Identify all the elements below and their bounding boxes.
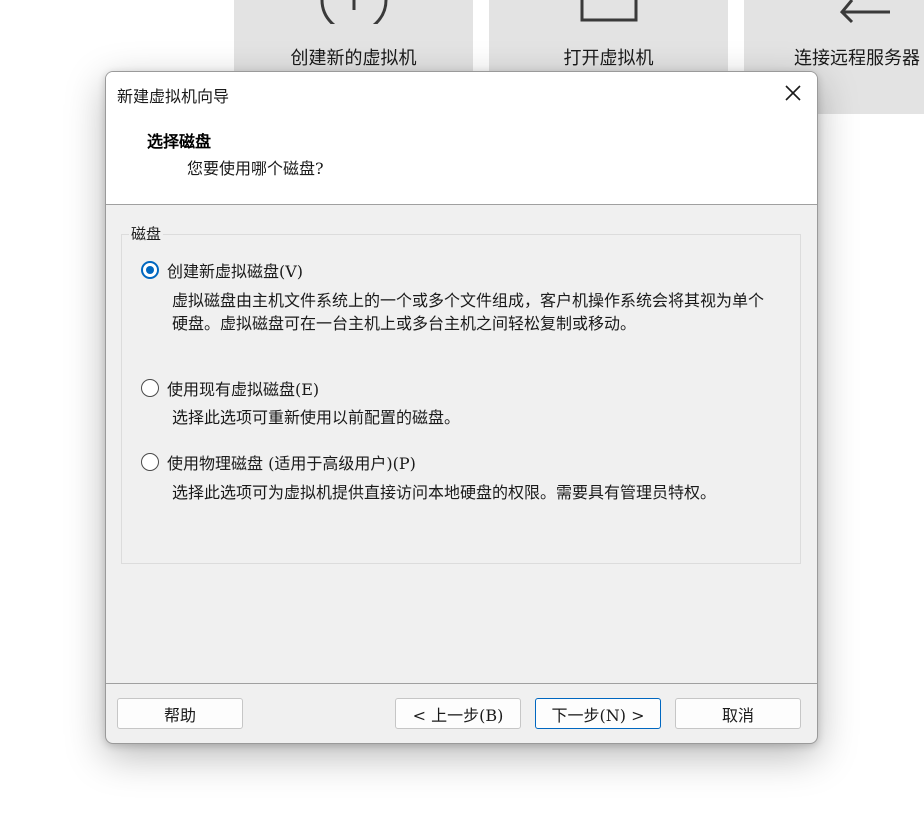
close-icon [785, 85, 801, 101]
radio-indicator-checked[interactable] [141, 261, 159, 279]
option-description: 选择此选项可为虚拟机提供直接访问本地硬盘的权限。需要具有管理员特权。 [172, 483, 717, 502]
radio-use-physical-disk[interactable]: 使用物理磁盘 (适用于高级用户)(P) [141, 450, 416, 474]
option-label: 创建新虚拟磁盘(V) [167, 262, 304, 281]
close-button[interactable] [775, 76, 811, 110]
option-label: 使用现有虚拟磁盘(E) [167, 380, 320, 399]
next-button[interactable]: 下一步(N) > [535, 698, 661, 729]
dialog-titlebar[interactable]: 新建虚拟机向导 [106, 72, 817, 114]
option-label: 使用物理磁盘 (适用于高级用户)(P) [167, 454, 416, 473]
radio-create-new-disk[interactable]: 创建新虚拟磁盘(V) [141, 258, 303, 282]
home-tile-connect-server-label: 连接远程服务器 [794, 48, 920, 69]
new-vm-wizard-dialog: 新建虚拟机向导 选择磁盘 您要使用哪个磁盘? 磁盘 创建新虚拟磁盘(V) 虚拟磁… [105, 71, 818, 744]
help-button[interactable]: 帮助 [117, 698, 243, 729]
radio-use-existing-disk[interactable]: 使用现有虚拟磁盘(E) [141, 376, 319, 400]
plus-circle-icon [320, 0, 387, 24]
radio-indicator[interactable] [141, 379, 159, 397]
option-description: 虚拟磁盘由主机文件系统上的一个或多个文件组成，客户机操作系统会将其视为单个硬盘。… [172, 291, 765, 333]
footer-divider [106, 683, 817, 684]
wizard-header: 选择磁盘 您要使用哪个磁盘? [106, 114, 817, 205]
option-description: 选择此选项可重新使用以前配置的磁盘。 [172, 408, 461, 427]
cancel-button[interactable]: 取消 [675, 698, 801, 729]
home-tile-create-vm-label: 创建新的虚拟机 [290, 48, 417, 69]
open-file-icon [580, 0, 637, 22]
page-subtitle: 您要使用哪个磁盘? [187, 159, 324, 178]
dialog-title: 新建虚拟机向导 [117, 87, 230, 106]
back-button[interactable]: < 上一步(B) [395, 698, 521, 729]
page-title: 选择磁盘 [147, 132, 212, 151]
arrow-left-icon [839, 0, 890, 24]
radio-indicator[interactable] [141, 453, 159, 471]
home-tile-open-vm-label: 打开虚拟机 [563, 48, 654, 69]
disk-group-label: 磁盘 [129, 223, 164, 244]
